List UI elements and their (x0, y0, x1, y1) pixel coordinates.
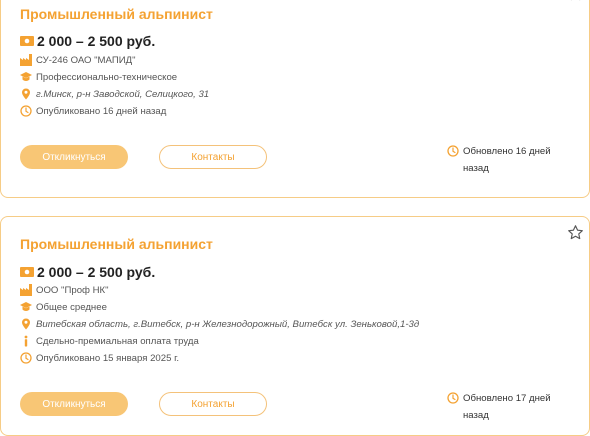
education-text: Общее среднее (36, 301, 107, 313)
pay-type-row: Сдельно-премиальная оплата труда (20, 335, 199, 347)
salary: 2 000 – 2 500 руб. (20, 264, 155, 280)
company-name[interactable]: ООО "Проф НК" (36, 285, 109, 296)
vacancy-card: Промышленный альпинист 2 000 – 2 500 руб… (0, 0, 590, 198)
contacts-button[interactable]: Контакты (159, 392, 267, 416)
clock-icon (20, 105, 32, 117)
address-row: г.Минск, р-н Заводской, Селицкого, 31 (20, 88, 209, 100)
location-pin-icon (22, 88, 30, 100)
updated-text: Обновлено 17 дней назад (463, 393, 551, 421)
vacancy-title[interactable]: Промышленный альпинист (20, 6, 213, 22)
graduation-cap-icon (20, 72, 32, 81)
money-icon (20, 36, 34, 46)
graduation-cap-icon (20, 302, 32, 311)
contacts-button[interactable]: Контакты (159, 145, 267, 169)
salary-text: 2 000 – 2 500 руб. (37, 33, 156, 49)
clock-icon (20, 352, 32, 364)
published-text: Опубликовано 16 дней назад (36, 105, 167, 117)
star-icon[interactable] (567, 0, 584, 2)
money-icon (20, 267, 34, 277)
address-text: г.Минск, р-н Заводской, Селицкого, 31 (36, 88, 210, 100)
published-row: Опубликовано 16 дней назад (20, 105, 166, 117)
salary: 2 000 – 2 500 руб. (20, 33, 155, 49)
apply-button[interactable]: Откликнуться (20, 392, 128, 416)
updated-text: Обновлено 16 дней назад (463, 146, 551, 174)
education-row: Профессионально-техническое (20, 71, 177, 83)
factory-icon (20, 54, 32, 66)
address-row: Витебская область, г.Витебск, р-н Железн… (20, 318, 419, 330)
updated-info: Обновлено 17 дней назад (447, 390, 573, 424)
clock-icon (447, 145, 459, 157)
updated-info: Обновлено 16 дней назад (447, 143, 573, 177)
education-row: Общее среднее (20, 301, 107, 313)
pay-type-text: Сдельно-премиальная оплата труда (36, 335, 199, 347)
company-row: СУ-246 ОАО "МАПИД" (20, 54, 136, 66)
education-text: Профессионально-техническое (36, 71, 178, 83)
address-text: Витебская область, г.Витебск, р-н Железн… (36, 318, 420, 330)
company-row: ООО "Проф НК" (20, 284, 109, 296)
clock-icon (447, 392, 459, 404)
factory-icon (20, 284, 32, 296)
vacancy-card: Промышленный альпинист 2 000 – 2 500 руб… (0, 216, 590, 436)
location-pin-icon (22, 318, 30, 330)
vacancy-title[interactable]: Промышленный альпинист (20, 236, 213, 252)
company-name[interactable]: СУ-246 ОАО "МАПИД" (36, 55, 136, 66)
salary-text: 2 000 – 2 500 руб. (37, 264, 156, 280)
apply-button[interactable]: Откликнуться (20, 145, 128, 169)
published-row: Опубликовано 15 января 2025 г. (20, 352, 179, 364)
published-text: Опубликовано 15 января 2025 г. (36, 352, 180, 364)
star-icon[interactable] (567, 224, 584, 241)
info-icon (24, 335, 28, 347)
